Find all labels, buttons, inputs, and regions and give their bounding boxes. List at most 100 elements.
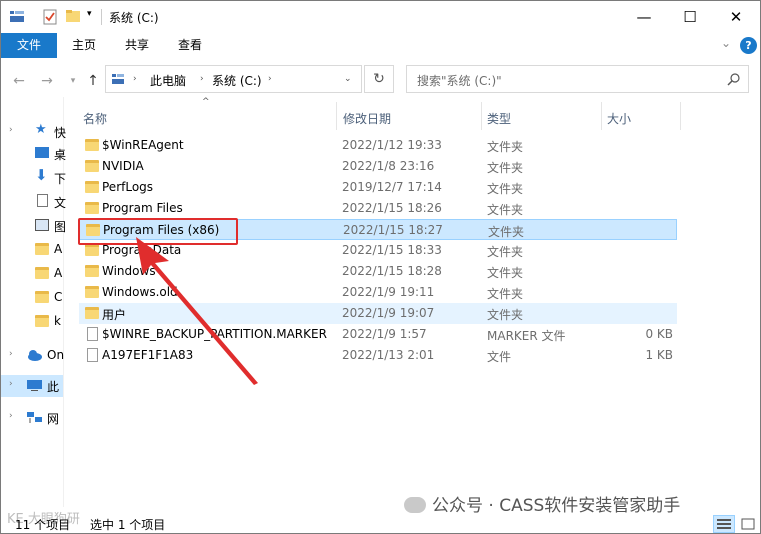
file-name: NVIDIA (102, 159, 144, 173)
nav-item-this-pc[interactable]: › 此 (1, 375, 63, 397)
picture-icon (35, 219, 49, 231)
nav-item-folder-1[interactable]: A (1, 239, 63, 261)
nav-label: 桌 (54, 148, 67, 162)
column-divider[interactable] (336, 102, 337, 130)
address-dropdown-icon[interactable]: ⌄ (344, 74, 352, 84)
tab-file[interactable]: 文件 (1, 33, 57, 58)
details-view-button[interactable] (713, 515, 735, 533)
refresh-button[interactable]: ↻ (364, 65, 394, 93)
file-date: 2022/1/15 18:28 (342, 264, 442, 278)
address-row: ← → ▾ ↑ › 此电脑 › 系统 (C:) › ⌄ ↻ 搜索"系统 (C:)… (1, 65, 760, 97)
nav-item-onedrive[interactable]: › On (1, 345, 64, 367)
new-folder-icon[interactable] (65, 9, 81, 23)
help-icon[interactable]: ? (740, 37, 757, 54)
file-type: 文件夹 (487, 140, 524, 154)
item-count: 11 个项目 (15, 518, 71, 532)
nav-item-folder-4[interactable]: k (1, 311, 63, 333)
computer-icon (27, 380, 42, 391)
column-header-type[interactable]: 类型 (487, 110, 511, 127)
nav-item-folder-2[interactable]: A (1, 263, 63, 285)
file-row[interactable]: $WINRE_BACKUP_PARTITION.MARKER 2022/1/9 1… (79, 324, 677, 345)
file-row[interactable]: Windows 2022/1/15 18:28 文件夹 (79, 261, 677, 282)
ribbon-expand-icon[interactable]: ⌄ (721, 36, 731, 50)
selection-count: 选中 1 个项目 (90, 518, 166, 532)
recent-locations-icon[interactable]: ▾ (65, 71, 81, 91)
file-icon (87, 327, 98, 341)
nav-label: 图 (54, 220, 67, 234)
nav-item-downloads[interactable]: ⬇ 下 (1, 166, 66, 189)
properties-icon[interactable] (43, 9, 57, 25)
folder-icon (85, 160, 99, 172)
file-row[interactable]: A197EF1F1A83 2022/1/13 2:01 文件 1 KB (79, 345, 677, 366)
file-date: 2022/1/13 2:01 (342, 348, 435, 362)
forward-icon[interactable]: → (39, 71, 55, 91)
tab-view[interactable]: 查看 (178, 33, 202, 58)
minimize-button[interactable]: — (621, 1, 667, 33)
tab-home[interactable]: 主页 (72, 33, 96, 58)
nav-item-folder-3[interactable]: C (1, 287, 63, 309)
collapse-chevron-icon[interactable]: › (9, 349, 13, 359)
file-row[interactable]: PerfLogs 2019/12/7 17:14 文件夹 (79, 177, 677, 198)
column-divider[interactable] (680, 102, 681, 130)
back-icon[interactable]: ← (11, 71, 27, 91)
address-bar[interactable]: › 此电脑 › 系统 (C:) › ⌄ (105, 65, 362, 93)
large-icons-view-button[interactable] (737, 515, 759, 533)
file-type: 文件夹 (487, 287, 524, 301)
column-header-date[interactable]: 修改日期 (343, 110, 391, 127)
column-divider[interactable] (601, 102, 602, 130)
nav-label: 网 (47, 412, 60, 426)
collapse-chevron-icon[interactable]: › (9, 411, 13, 421)
close-button[interactable]: ✕ (713, 1, 759, 33)
nav-label: A (54, 242, 63, 256)
nav-item-desktop[interactable]: 桌 (1, 143, 67, 165)
document-icon (37, 194, 48, 207)
maximize-button[interactable]: ☐ (667, 1, 713, 33)
collapse-chevron-icon[interactable]: › (9, 379, 13, 389)
breadcrumb-separator-icon: › (200, 74, 204, 84)
column-header-size[interactable]: 大小 (607, 110, 631, 127)
nav-label: k (54, 314, 61, 328)
file-type: 文件夹 (487, 266, 524, 280)
file-row[interactable]: 用户 2022/1/9 19:07 文件夹 (79, 303, 677, 324)
star-icon: ★ (35, 122, 47, 137)
file-type: 文件夹 (487, 203, 524, 217)
file-name: PerfLogs (102, 180, 154, 194)
file-date: 2022/1/9 19:07 (342, 306, 435, 320)
file-row[interactable]: Windows.old 2022/1/9 19:11 文件夹 (79, 282, 677, 303)
file-name: Windows (102, 264, 156, 278)
nav-item-documents[interactable]: 文 (1, 191, 66, 213)
cloud-icon (28, 350, 42, 361)
column-header-row: 名称 修改日期 类型 大小 (79, 106, 677, 130)
breadcrumb-drive-c[interactable]: 系统 (C:) (212, 72, 262, 89)
file-date: 2022/1/15 18:33 (342, 243, 442, 257)
up-icon[interactable]: ↑ (85, 71, 101, 91)
search-icon[interactable] (727, 73, 740, 86)
nav-item-network[interactable]: › 网 (1, 407, 63, 429)
file-date: 2022/1/15 18:26 (342, 201, 442, 215)
nav-label: 快 (54, 126, 67, 140)
folder-icon (35, 243, 49, 255)
nav-item-pictures[interactable]: 图 (1, 215, 67, 237)
large-icons-view-icon (741, 518, 755, 530)
file-row[interactable]: Program Files 2022/1/15 18:26 文件夹 (79, 198, 677, 219)
download-icon: ⬇ (35, 166, 48, 184)
file-row[interactable]: $WinREAgent 2022/1/12 19:33 文件夹 (79, 135, 677, 156)
nav-label: A (54, 266, 63, 280)
file-name: Windows.old (102, 285, 178, 299)
collapse-chevron-icon[interactable]: › (9, 125, 13, 135)
file-date: 2022/1/15 18:27 (343, 223, 443, 237)
search-input[interactable]: 搜索"系统 (C:)" (406, 65, 749, 93)
file-name: $WinREAgent (102, 138, 184, 152)
file-row[interactable]: NVIDIA 2022/1/8 23:16 文件夹 (79, 156, 677, 177)
nav-item-quick-access[interactable]: › ★ 快 (1, 121, 67, 143)
customize-toolbar-icon[interactable]: ▾ (87, 9, 92, 19)
column-header-name[interactable]: 名称 (83, 110, 107, 127)
tab-share[interactable]: 共享 (125, 33, 149, 58)
file-explorer-window: ▾ 系统 (C:) — ☐ ✕ 文件 主页 共享 查看 ⌄ ? ← → ▾ ↑ … (0, 0, 761, 534)
file-date: 2022/1/9 1:57 (342, 327, 427, 341)
file-date: 2022/1/9 19:11 (342, 285, 435, 299)
column-divider[interactable] (481, 102, 482, 130)
folder-icon (85, 202, 99, 214)
breadcrumb-this-pc[interactable]: 此电脑 (150, 72, 186, 89)
title-divider (101, 9, 102, 25)
